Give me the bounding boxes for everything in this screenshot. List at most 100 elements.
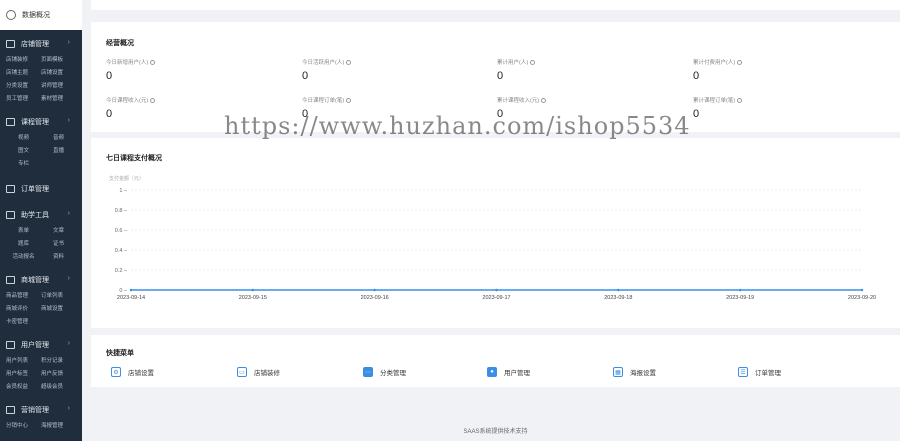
- sidebar-group-label: 商城管理: [21, 277, 49, 284]
- x-tick-label: 2023-09-19: [726, 295, 754, 301]
- overview-card: 经营概况 今日新增用户(人) 0 今日活跃用户(人) 0 累计用户(人) 0 累…: [91, 22, 900, 132]
- stat-today-course-income: 今日课程收入(元) 0: [106, 96, 296, 120]
- sidebar-item[interactable]: 超级会员: [41, 382, 76, 392]
- sidebar-item-label: 数据概况: [22, 12, 50, 19]
- sidebar-group-mall: 商城管理 › 商品管理 订单列表 商城评价 商城设置 卡密管理: [0, 266, 82, 331]
- sidebar-group-marketing: 营销管理 › 分销中心 海报管理: [0, 396, 82, 435]
- sidebar: 数据概况 店铺管理 › 店铺装修 页面模板 店铺主题 店铺设置 分类设置 讲师管…: [0, 0, 82, 441]
- sidebar-item[interactable]: 商品管理: [6, 291, 41, 301]
- data-point: [617, 288, 620, 292]
- sidebar-item[interactable]: 证书: [41, 239, 76, 249]
- sidebar-item-overview[interactable]: 数据概况: [0, 0, 82, 30]
- stat-today-new-users: 今日新增用户(人) 0: [106, 58, 296, 82]
- poster-icon: ▦: [613, 367, 623, 377]
- stat-total-paid-users: 累计付费用户(人) 0: [693, 58, 883, 82]
- sidebar-item[interactable]: 音频: [41, 133, 76, 143]
- sidebar-group-tools: 助学工具 › 表单 文章 题库 证书 活动报名 资料: [0, 199, 82, 266]
- sidebar-item[interactable]: 直播: [41, 146, 76, 156]
- x-tick-label: 2023-09-16: [361, 295, 389, 301]
- quick-user-manage[interactable]: ● 用户管理: [487, 367, 530, 377]
- quick-shop-decorate[interactable]: ▭ 店铺装修: [237, 367, 280, 377]
- info-icon[interactable]: [346, 60, 352, 66]
- sidebar-item[interactable]: 积分记录: [41, 356, 76, 366]
- sidebar-item[interactable]: 会员权益: [6, 382, 41, 392]
- sidebar-item[interactable]: 订单列表: [41, 291, 76, 301]
- sidebar-item[interactable]: 视频: [6, 133, 41, 143]
- sidebar-group-header[interactable]: 店铺管理 ›: [0, 36, 82, 52]
- chart-card: 七日课程支付概况 支付金额（元） 0 –0.2 –0.4 –0.6 –0.8 –…: [91, 138, 900, 328]
- mall-icon: [6, 276, 15, 284]
- sidebar-item[interactable]: 店铺设置: [41, 68, 76, 78]
- x-tick-label: 2023-09-20: [848, 295, 876, 301]
- y-tick-label: 1 –: [119, 188, 128, 194]
- stat-label: 今日课程订单(笔): [302, 98, 345, 104]
- data-point: [129, 288, 133, 292]
- stat-value: 0: [302, 70, 309, 82]
- quick-order-manage[interactable]: ☰ 订单管理: [738, 367, 781, 377]
- sidebar-item[interactable]: 店铺装修: [6, 55, 41, 65]
- x-tick-label: 2023-09-18: [604, 295, 632, 301]
- book-icon: [6, 118, 15, 126]
- info-icon[interactable]: [346, 98, 352, 104]
- sidebar-item[interactable]: 页面模板: [41, 55, 76, 65]
- stat-value: 0: [497, 108, 504, 120]
- sidebar-item[interactable]: 用户反馈: [41, 369, 76, 379]
- info-icon[interactable]: [530, 60, 536, 66]
- data-point: [495, 288, 498, 292]
- sidebar-item[interactable]: 讲师管理: [41, 81, 76, 91]
- sidebar-item[interactable]: 文章: [41, 226, 76, 236]
- sidebar-item[interactable]: 用户标签: [6, 369, 41, 379]
- quick-category-manage[interactable]: ⋯ 分类管理: [363, 367, 406, 377]
- sidebar-item[interactable]: 分销中心: [6, 421, 41, 431]
- quick-menu-title: 快捷菜单: [106, 350, 134, 357]
- sidebar-group-header[interactable]: 课程管理 ›: [0, 114, 82, 130]
- stat-today-course-orders: 今日课程订单(笔) 0: [302, 96, 492, 120]
- sidebar-item[interactable]: 海报管理: [41, 421, 76, 431]
- x-tick-label: 2023-09-15: [239, 295, 267, 301]
- y-tick-label: 0.6 –: [115, 228, 128, 234]
- stat-value: 0: [106, 108, 113, 120]
- chevron-right-icon: ›: [67, 340, 70, 347]
- sidebar-group-header[interactable]: 商城管理 ›: [0, 272, 82, 288]
- quick-label: 海报设置: [630, 370, 656, 377]
- sidebar-group-header[interactable]: 订单管理: [0, 181, 82, 197]
- sidebar-item[interactable]: 图文: [6, 146, 41, 156]
- sidebar-item[interactable]: 店铺主题: [6, 68, 41, 78]
- quick-poster-settings[interactable]: ▦ 海报设置: [613, 367, 656, 377]
- sidebar-item[interactable]: 员工管理: [6, 94, 41, 104]
- sidebar-item[interactable]: 分类设置: [6, 81, 41, 91]
- sidebar-item[interactable]: 专栏: [6, 159, 41, 169]
- info-icon[interactable]: [737, 60, 743, 66]
- sidebar-item[interactable]: 资料: [41, 252, 76, 262]
- sidebar-item[interactable]: 商城评价: [6, 304, 41, 314]
- user-icon: [6, 341, 15, 349]
- clock-icon: [6, 10, 16, 20]
- top-bar: [91, 0, 900, 10]
- sidebar-group-label: 营销管理: [21, 407, 49, 414]
- stat-value: 0: [106, 70, 113, 82]
- stat-label: 累计课程订单(笔): [693, 98, 736, 104]
- sidebar-item[interactable]: 题库: [6, 239, 41, 249]
- sidebar-item[interactable]: 表单: [6, 226, 41, 236]
- info-icon[interactable]: [150, 98, 156, 104]
- order-icon: ☰: [738, 367, 748, 377]
- sidebar-group-header[interactable]: 用户管理 ›: [0, 337, 82, 353]
- sidebar-group-header[interactable]: 营销管理 ›: [0, 402, 82, 418]
- marketing-icon: [6, 406, 15, 414]
- stat-label: 累计付费用户(人): [693, 60, 736, 66]
- info-icon[interactable]: [737, 98, 743, 104]
- info-icon[interactable]: [541, 98, 547, 104]
- quick-label: 店铺装修: [254, 370, 280, 377]
- data-point: [738, 288, 742, 292]
- sidebar-item[interactable]: 用户列表: [6, 356, 41, 366]
- quick-shop-settings[interactable]: ⚙ 店铺设置: [111, 367, 154, 377]
- stat-value: 0: [302, 108, 309, 120]
- sidebar-item[interactable]: 商城设置: [41, 304, 76, 314]
- sidebar-group-header[interactable]: 助学工具 ›: [0, 207, 82, 223]
- info-icon[interactable]: [150, 60, 156, 66]
- sidebar-item[interactable]: 素材管理: [41, 94, 76, 104]
- sidebar-group-label: 订单管理: [21, 186, 49, 193]
- sidebar-item[interactable]: 卡密管理: [6, 317, 41, 327]
- sidebar-item[interactable]: 活动报名: [6, 252, 41, 262]
- quick-label: 用户管理: [504, 370, 530, 377]
